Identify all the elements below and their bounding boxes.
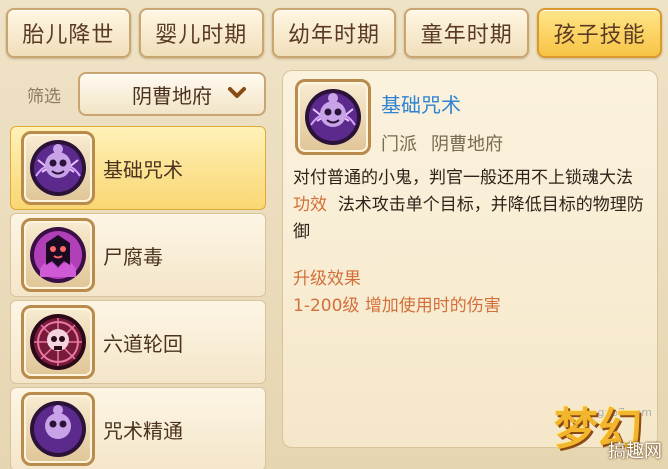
filter-selected-value: 阴曹地府 [132, 83, 212, 108]
tab-child-skills[interactable]: 孩子技能 [537, 8, 662, 58]
skill-item-basic-spell[interactable]: 基础咒术 [10, 126, 266, 210]
skill-name: 咒术精通 [103, 418, 183, 443]
skill-name: 尸腐毒 [103, 244, 163, 269]
upgrade-title: 升级效果 [293, 269, 361, 289]
effect-text: 法术攻击单个目标，并降低目标的物理防御 [293, 195, 644, 242]
tab-bar: 胎儿降世 婴儿时期 幼年时期 童年时期 孩子技能 [6, 8, 662, 58]
upgrade-section: 升级效果 1-200级 增加使用时的伤害 [293, 266, 649, 320]
upgrade-text: 增加使用时的伤害 [364, 296, 501, 316]
skill-effect: 功效 法术攻击单个目标，并降低目标的物理防御 [293, 192, 649, 246]
detail-header: 基础咒术 门派 阴曹地府 [295, 79, 503, 156]
sect-filter-dropdown[interactable]: 阴曹地府 [78, 72, 266, 116]
skill-list: 基础咒术 尸腐毒 六道轮回 咒术精通 [10, 126, 266, 469]
tab-fetus[interactable]: 胎儿降世 [6, 8, 131, 58]
skill-name: 六道轮回 [103, 331, 183, 356]
ghost-spell-icon [21, 131, 95, 205]
chevron-down-icon [226, 82, 248, 109]
tab-infant[interactable]: 婴儿时期 [138, 8, 264, 58]
detail-body: 对付普通的小鬼，判官一般还用不上锁魂大法 功效 法术攻击单个目标，并降低目标的物… [293, 165, 649, 320]
watermark: gao7.com 梦幻 搞趣网 [486, 391, 668, 469]
skill-item-spell-mastery[interactable]: 咒术精通 [10, 387, 266, 469]
skill-title: 基础咒术 [381, 93, 461, 117]
skull-wheel-icon [21, 305, 95, 379]
tab-toddler[interactable]: 幼年时期 [271, 8, 397, 58]
skill-item-six-paths[interactable]: 六道轮回 [10, 300, 266, 384]
filter-label: 筛选 [27, 86, 61, 107]
ghost-spell-icon [21, 392, 95, 466]
ghost-spell-icon [295, 79, 371, 155]
skill-sect: 门派 阴曹地府 [381, 130, 503, 156]
sect-value: 阴曹地府 [431, 134, 503, 155]
sect-label: 门派 [381, 134, 417, 155]
filter-row: 筛选 阴曹地府 [10, 70, 266, 118]
upgrade-level: 1-200级 [293, 296, 360, 316]
tab-childhood[interactable]: 童年时期 [404, 8, 530, 58]
skill-description: 对付普通的小鬼，判官一般还用不上锁魂大法 [293, 168, 633, 188]
skill-item-corpse-poison[interactable]: 尸腐毒 [10, 213, 266, 297]
skill-name: 基础咒术 [103, 157, 183, 182]
effect-label: 功效 [293, 195, 327, 215]
watermark-site: 搞趣网 [608, 441, 662, 462]
poison-ghost-icon [21, 218, 95, 292]
